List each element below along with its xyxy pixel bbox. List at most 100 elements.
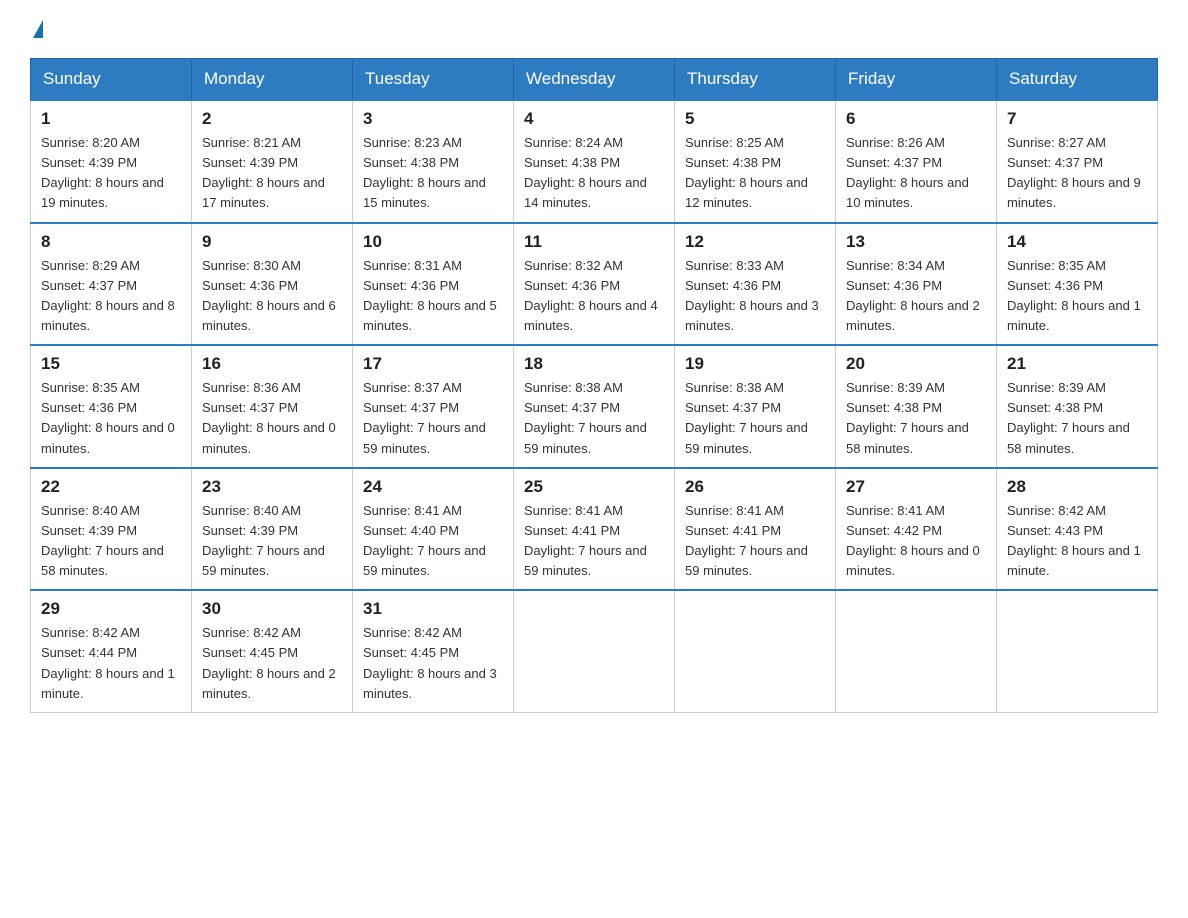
day-info: Sunrise: 8:39 AMSunset: 4:38 PMDaylight:… bbox=[1007, 378, 1147, 459]
day-number: 26 bbox=[685, 477, 825, 497]
calendar-cell bbox=[514, 590, 675, 712]
day-info: Sunrise: 8:35 AMSunset: 4:36 PMDaylight:… bbox=[41, 378, 181, 459]
day-info: Sunrise: 8:39 AMSunset: 4:38 PMDaylight:… bbox=[846, 378, 986, 459]
day-number: 31 bbox=[363, 599, 503, 619]
day-number: 11 bbox=[524, 232, 664, 252]
day-number: 23 bbox=[202, 477, 342, 497]
calendar-cell: 24 Sunrise: 8:41 AMSunset: 4:40 PMDayligh… bbox=[353, 468, 514, 591]
calendar-cell: 13Sunrise: 8:34 AMSunset: 4:36 PMDayligh… bbox=[836, 223, 997, 346]
page-header bbox=[30, 20, 1158, 38]
day-number: 7 bbox=[1007, 109, 1147, 129]
day-number: 10 bbox=[363, 232, 503, 252]
calendar-header-row: SundayMondayTuesdayWednesdayThursdayFrid… bbox=[31, 59, 1158, 101]
day-info: Sunrise: 8:25 AMSunset: 4:38 PMDaylight:… bbox=[685, 133, 825, 214]
day-info: Sunrise: 8:41 AMSunset: 4:40 PMDaylight:… bbox=[363, 501, 503, 582]
day-info: Sunrise: 8:40 AMSunset: 4:39 PMDaylight:… bbox=[41, 501, 181, 582]
calendar-cell: 27Sunrise: 8:41 AMSunset: 4:42 PMDayligh… bbox=[836, 468, 997, 591]
day-info: Sunrise: 8:32 AMSunset: 4:36 PMDaylight:… bbox=[524, 256, 664, 337]
calendar-cell: 8Sunrise: 8:29 AMSunset: 4:37 PMDaylight… bbox=[31, 223, 192, 346]
calendar-cell: 14Sunrise: 8:35 AMSunset: 4:36 PMDayligh… bbox=[997, 223, 1158, 346]
day-info: Sunrise: 8:27 AMSunset: 4:37 PMDaylight:… bbox=[1007, 133, 1147, 214]
day-info: Sunrise: 8:42 AMSunset: 4:44 PMDaylight:… bbox=[41, 623, 181, 704]
day-number: 21 bbox=[1007, 354, 1147, 374]
calendar-cell: 25 Sunrise: 8:41 AMSunset: 4:41 PMDayligh… bbox=[514, 468, 675, 591]
calendar-cell: 17 Sunrise: 8:37 AMSunset: 4:37 PMDayligh… bbox=[353, 345, 514, 468]
calendar-cell: 11 Sunrise: 8:32 AMSunset: 4:36 PMDayligh… bbox=[514, 223, 675, 346]
day-info: Sunrise: 8:24 AMSunset: 4:38 PMDaylight:… bbox=[524, 133, 664, 214]
calendar-cell bbox=[675, 590, 836, 712]
day-number: 19 bbox=[685, 354, 825, 374]
day-number: 20 bbox=[846, 354, 986, 374]
calendar-table: SundayMondayTuesdayWednesdayThursdayFrid… bbox=[30, 58, 1158, 713]
calendar-cell: 1Sunrise: 8:20 AMSunset: 4:39 PMDaylight… bbox=[31, 100, 192, 223]
day-info: Sunrise: 8:38 AMSunset: 4:37 PMDaylight:… bbox=[524, 378, 664, 459]
day-number: 27 bbox=[846, 477, 986, 497]
day-number: 16 bbox=[202, 354, 342, 374]
calendar-header-monday: Monday bbox=[192, 59, 353, 101]
day-info: Sunrise: 8:42 AMSunset: 4:43 PMDaylight:… bbox=[1007, 501, 1147, 582]
calendar-cell: 31 Sunrise: 8:42 AMSunset: 4:45 PMDayligh… bbox=[353, 590, 514, 712]
day-info: Sunrise: 8:41 AMSunset: 4:41 PMDaylight:… bbox=[524, 501, 664, 582]
day-number: 28 bbox=[1007, 477, 1147, 497]
calendar-week-row-5: 29 Sunrise: 8:42 AMSunset: 4:44 PMDayligh… bbox=[31, 590, 1158, 712]
calendar-cell: 10 Sunrise: 8:31 AMSunset: 4:36 PMDayligh… bbox=[353, 223, 514, 346]
calendar-cell bbox=[836, 590, 997, 712]
day-number: 4 bbox=[524, 109, 664, 129]
calendar-cell: 30 Sunrise: 8:42 AMSunset: 4:45 PMDayligh… bbox=[192, 590, 353, 712]
day-info: Sunrise: 8:42 AMSunset: 4:45 PMDaylight:… bbox=[363, 623, 503, 704]
day-info: Sunrise: 8:42 AMSunset: 4:45 PMDaylight:… bbox=[202, 623, 342, 704]
day-number: 18 bbox=[524, 354, 664, 374]
day-number: 5 bbox=[685, 109, 825, 129]
calendar-cell: 6Sunrise: 8:26 AMSunset: 4:37 PMDaylight… bbox=[836, 100, 997, 223]
day-number: 3 bbox=[363, 109, 503, 129]
calendar-cell: 18 Sunrise: 8:38 AMSunset: 4:37 PMDayligh… bbox=[514, 345, 675, 468]
calendar-week-row-4: 22 Sunrise: 8:40 AMSunset: 4:39 PMDayligh… bbox=[31, 468, 1158, 591]
calendar-cell: 22 Sunrise: 8:40 AMSunset: 4:39 PMDayligh… bbox=[31, 468, 192, 591]
day-info: Sunrise: 8:35 AMSunset: 4:36 PMDaylight:… bbox=[1007, 256, 1147, 337]
day-info: Sunrise: 8:33 AMSunset: 4:36 PMDaylight:… bbox=[685, 256, 825, 337]
day-number: 13 bbox=[846, 232, 986, 252]
calendar-cell: 20 Sunrise: 8:39 AMSunset: 4:38 PMDayligh… bbox=[836, 345, 997, 468]
day-info: Sunrise: 8:41 AMSunset: 4:41 PMDaylight:… bbox=[685, 501, 825, 582]
calendar-cell: 7 Sunrise: 8:27 AMSunset: 4:37 PMDaylight… bbox=[997, 100, 1158, 223]
calendar-week-row-2: 8Sunrise: 8:29 AMSunset: 4:37 PMDaylight… bbox=[31, 223, 1158, 346]
day-info: Sunrise: 8:23 AMSunset: 4:38 PMDaylight:… bbox=[363, 133, 503, 214]
day-info: Sunrise: 8:26 AMSunset: 4:37 PMDaylight:… bbox=[846, 133, 986, 214]
day-number: 1 bbox=[41, 109, 181, 129]
day-info: Sunrise: 8:29 AMSunset: 4:37 PMDaylight:… bbox=[41, 256, 181, 337]
day-info: Sunrise: 8:38 AMSunset: 4:37 PMDaylight:… bbox=[685, 378, 825, 459]
calendar-cell: 2Sunrise: 8:21 AMSunset: 4:39 PMDaylight… bbox=[192, 100, 353, 223]
logo-triangle-icon bbox=[33, 20, 43, 38]
calendar-cell: 19 Sunrise: 8:38 AMSunset: 4:37 PMDayligh… bbox=[675, 345, 836, 468]
calendar-cell: 16 Sunrise: 8:36 AMSunset: 4:37 PMDayligh… bbox=[192, 345, 353, 468]
day-number: 12 bbox=[685, 232, 825, 252]
day-number: 9 bbox=[202, 232, 342, 252]
day-info: Sunrise: 8:31 AMSunset: 4:36 PMDaylight:… bbox=[363, 256, 503, 337]
calendar-header-sunday: Sunday bbox=[31, 59, 192, 101]
calendar-header-wednesday: Wednesday bbox=[514, 59, 675, 101]
day-number: 30 bbox=[202, 599, 342, 619]
calendar-week-row-1: 1Sunrise: 8:20 AMSunset: 4:39 PMDaylight… bbox=[31, 100, 1158, 223]
calendar-header-tuesday: Tuesday bbox=[353, 59, 514, 101]
calendar-header-friday: Friday bbox=[836, 59, 997, 101]
day-number: 17 bbox=[363, 354, 503, 374]
day-info: Sunrise: 8:37 AMSunset: 4:37 PMDaylight:… bbox=[363, 378, 503, 459]
calendar-cell: 9 Sunrise: 8:30 AMSunset: 4:36 PMDaylight… bbox=[192, 223, 353, 346]
logo bbox=[30, 20, 43, 38]
calendar-cell: 4 Sunrise: 8:24 AMSunset: 4:38 PMDaylight… bbox=[514, 100, 675, 223]
day-info: Sunrise: 8:36 AMSunset: 4:37 PMDaylight:… bbox=[202, 378, 342, 459]
calendar-cell: 5 Sunrise: 8:25 AMSunset: 4:38 PMDaylight… bbox=[675, 100, 836, 223]
day-info: Sunrise: 8:40 AMSunset: 4:39 PMDaylight:… bbox=[202, 501, 342, 582]
calendar-cell: 26 Sunrise: 8:41 AMSunset: 4:41 PMDayligh… bbox=[675, 468, 836, 591]
calendar-week-row-3: 15Sunrise: 8:35 AMSunset: 4:36 PMDayligh… bbox=[31, 345, 1158, 468]
day-number: 25 bbox=[524, 477, 664, 497]
calendar-cell: 21 Sunrise: 8:39 AMSunset: 4:38 PMDayligh… bbox=[997, 345, 1158, 468]
calendar-header-thursday: Thursday bbox=[675, 59, 836, 101]
calendar-cell: 28 Sunrise: 8:42 AMSunset: 4:43 PMDayligh… bbox=[997, 468, 1158, 591]
day-info: Sunrise: 8:30 AMSunset: 4:36 PMDaylight:… bbox=[202, 256, 342, 337]
day-number: 24 bbox=[363, 477, 503, 497]
day-number: 2 bbox=[202, 109, 342, 129]
day-number: 22 bbox=[41, 477, 181, 497]
day-number: 29 bbox=[41, 599, 181, 619]
calendar-cell: 3 Sunrise: 8:23 AMSunset: 4:38 PMDaylight… bbox=[353, 100, 514, 223]
